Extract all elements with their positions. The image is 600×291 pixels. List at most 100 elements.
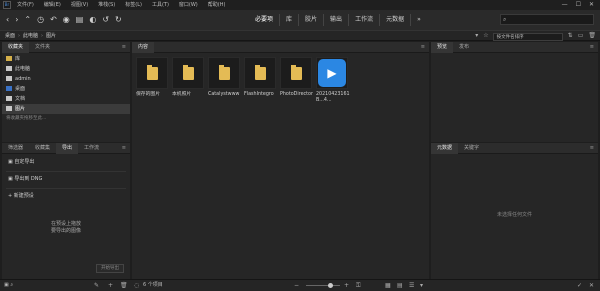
favorite-item[interactable]: admin bbox=[2, 74, 130, 84]
check-icon[interactable]: ✓ bbox=[577, 280, 582, 291]
thumbnail-size-slider[interactable] bbox=[306, 285, 340, 286]
export-dng-item[interactable]: ▣ 导出到 DNG bbox=[2, 174, 130, 186]
workspace-tab[interactable]: 必要项 bbox=[249, 14, 281, 26]
folder-icon bbox=[6, 76, 12, 81]
tab-workflow[interactable]: 工作流 bbox=[78, 143, 105, 154]
metadata-tabbar: 元数据 关键字 ≡ bbox=[431, 142, 598, 154]
breadcrumb-pictures[interactable]: 图片 bbox=[46, 31, 56, 41]
favorite-item[interactable]: 文档 bbox=[2, 94, 130, 104]
path-bar-tools: ▾ ☆ 按文件名排序 ⇅ ▭ 🗑 bbox=[470, 31, 596, 41]
favorite-item[interactable]: 桌面 bbox=[2, 84, 130, 94]
new-preset-item[interactable]: + 新建预设 bbox=[2, 191, 130, 203]
sort-dropdown[interactable]: 按文件名排序 bbox=[492, 32, 563, 41]
favorite-item[interactable]: 图片 bbox=[2, 104, 130, 114]
open-in-camera-raw-icon[interactable]: ◐ bbox=[89, 10, 96, 30]
favorite-item[interactable]: 此电脑 bbox=[2, 64, 130, 74]
thumbnail-label: PhotoDirector bbox=[280, 92, 313, 97]
file-thumbnail[interactable]: ▶ 20210423161B...4... bbox=[316, 57, 350, 104]
menu-item[interactable]: 编辑(E) bbox=[44, 0, 61, 10]
refine-icon[interactable]: ▤ bbox=[76, 10, 84, 30]
search-input[interactable]: ⌕ bbox=[500, 14, 594, 25]
back-icon[interactable]: ‹ bbox=[6, 10, 9, 30]
sort-direction-icon[interactable]: ⇅ bbox=[568, 31, 573, 41]
folder-thumbnail[interactable]: FlashIntegro bbox=[244, 57, 278, 98]
tab-filter[interactable]: 筛选器 bbox=[2, 143, 29, 154]
tab-publish[interactable]: 发布 bbox=[453, 42, 475, 53]
tab-preview[interactable]: 预览 bbox=[431, 41, 454, 53]
edit-icon[interactable]: ✎ bbox=[94, 280, 99, 291]
video-app-icon: ▶ bbox=[318, 59, 346, 87]
export-custom-item[interactable]: ▣ 自定导出 bbox=[2, 157, 130, 169]
workspace-switcher: 必要项库胶片 输出 工作流 元数据» bbox=[249, 14, 427, 26]
forward-icon[interactable]: › bbox=[15, 10, 18, 30]
lock-icon[interactable]: ⚿ bbox=[356, 280, 361, 291]
slider-handle[interactable] bbox=[328, 283, 333, 288]
tab-collections[interactable]: 收藏集 bbox=[29, 143, 56, 154]
add-icon[interactable]: + bbox=[108, 280, 113, 291]
favorite-label: 此电脑 bbox=[15, 66, 31, 72]
delete-icon[interactable]: 🗑 bbox=[120, 280, 128, 291]
folder-thumbnail[interactable]: 保存的图片 bbox=[136, 57, 170, 98]
folder-thumbnail[interactable]: 本机照片 bbox=[172, 57, 206, 98]
panel-menu-icon[interactable]: ≡ bbox=[122, 143, 126, 154]
preview-tabbar: 预览 发布 ≡ bbox=[431, 41, 598, 53]
menu-item[interactable]: 文件(F) bbox=[17, 0, 34, 10]
toggle-icon[interactable]: ▾ bbox=[420, 280, 423, 291]
tab-favorites[interactable]: 收藏夹 bbox=[2, 41, 30, 53]
folder-up-icon[interactable]: ⌃ bbox=[24, 10, 31, 30]
tab-export[interactable]: 导出 bbox=[56, 142, 79, 154]
thumbnail-image bbox=[172, 57, 204, 89]
menu-item[interactable]: 帮助(H) bbox=[208, 0, 226, 10]
cancel-icon[interactable]: ✕ bbox=[589, 280, 594, 291]
content-tabbar: 内容 ≡ bbox=[132, 41, 429, 53]
grid-view-icon[interactable]: ▦ bbox=[385, 280, 391, 291]
panel-menu-icon[interactable]: ≡ bbox=[590, 143, 594, 154]
breadcrumb-pc[interactable]: 此电脑 bbox=[23, 31, 38, 41]
rotate-left-icon[interactable]: ↺ bbox=[102, 10, 109, 30]
tab-content[interactable]: 内容 bbox=[132, 41, 155, 53]
details-view-icon[interactable]: ▤ bbox=[397, 280, 403, 291]
recent-files-icon[interactable]: ◷ bbox=[37, 10, 44, 30]
folder-icon bbox=[182, 64, 194, 80]
tab-metadata[interactable]: 元数据 bbox=[431, 142, 459, 154]
folder-icon bbox=[6, 96, 12, 101]
close-icon[interactable]: ✕ bbox=[589, 0, 594, 10]
start-export-button[interactable]: 开始导出 bbox=[96, 264, 124, 273]
workspace-tab[interactable]: 工作流 bbox=[349, 14, 381, 26]
workspace-tab[interactable]: 库 bbox=[280, 14, 300, 26]
menu-item[interactable]: 视图(V) bbox=[71, 0, 88, 10]
filter-icon[interactable]: ▾ bbox=[475, 31, 478, 41]
breadcrumb-desktop[interactable]: 桌面 bbox=[5, 31, 15, 41]
menu-item[interactable]: 工具(T) bbox=[152, 0, 169, 10]
panel-menu-icon[interactable]: ≡ bbox=[122, 42, 126, 53]
panel-menu-icon[interactable]: ≡ bbox=[421, 42, 425, 53]
workspace-tab[interactable]: 胶片 bbox=[299, 14, 325, 26]
zoom-out-icon[interactable]: − bbox=[294, 280, 299, 291]
delete-icon[interactable]: 🗑 bbox=[588, 31, 596, 41]
rotate-right-icon[interactable]: ↻ bbox=[115, 10, 122, 30]
boomerang-icon[interactable]: ↶ bbox=[50, 10, 57, 30]
minimize-icon[interactable]: — bbox=[562, 0, 568, 10]
tab-folders[interactable]: 文件夹 bbox=[29, 42, 56, 53]
workspace-tab[interactable]: 元数据 bbox=[380, 14, 412, 26]
panel-menu-icon[interactable]: ≡ bbox=[590, 42, 594, 53]
export-drop-hint: 在预设上拖放 要导出的图像 bbox=[50, 221, 81, 234]
thumbnail-label: 20210423161B...4... bbox=[316, 92, 350, 103]
list-view-icon[interactable]: ☰ bbox=[409, 280, 414, 291]
favorite-item[interactable]: 库 bbox=[2, 54, 130, 64]
workspace-more-icon[interactable]: » bbox=[411, 14, 427, 26]
tab-keywords[interactable]: 关键字 bbox=[458, 143, 485, 154]
folder-thumbnail[interactable]: Catalystwww bbox=[208, 57, 242, 98]
favorites-hint: 将收藏夹拖移至此... bbox=[6, 116, 47, 121]
zoom-in-icon[interactable]: + bbox=[344, 280, 349, 291]
new-folder-icon[interactable]: ▭ bbox=[578, 31, 584, 41]
menu-item[interactable]: 堆栈(S) bbox=[98, 0, 115, 10]
star-filter-icon[interactable]: ☆ bbox=[483, 31, 488, 41]
thumbnail-image: ▶ bbox=[316, 57, 348, 89]
menu-item[interactable]: 标签(L) bbox=[125, 0, 142, 10]
menu-item[interactable]: 窗口(W) bbox=[179, 0, 198, 10]
camera-icon[interactable]: ◉ bbox=[63, 10, 70, 30]
workspace-tab[interactable]: 输出 bbox=[324, 14, 350, 26]
folder-thumbnail[interactable]: PhotoDirector bbox=[280, 57, 314, 98]
maximize-icon[interactable]: ☐ bbox=[576, 0, 581, 10]
